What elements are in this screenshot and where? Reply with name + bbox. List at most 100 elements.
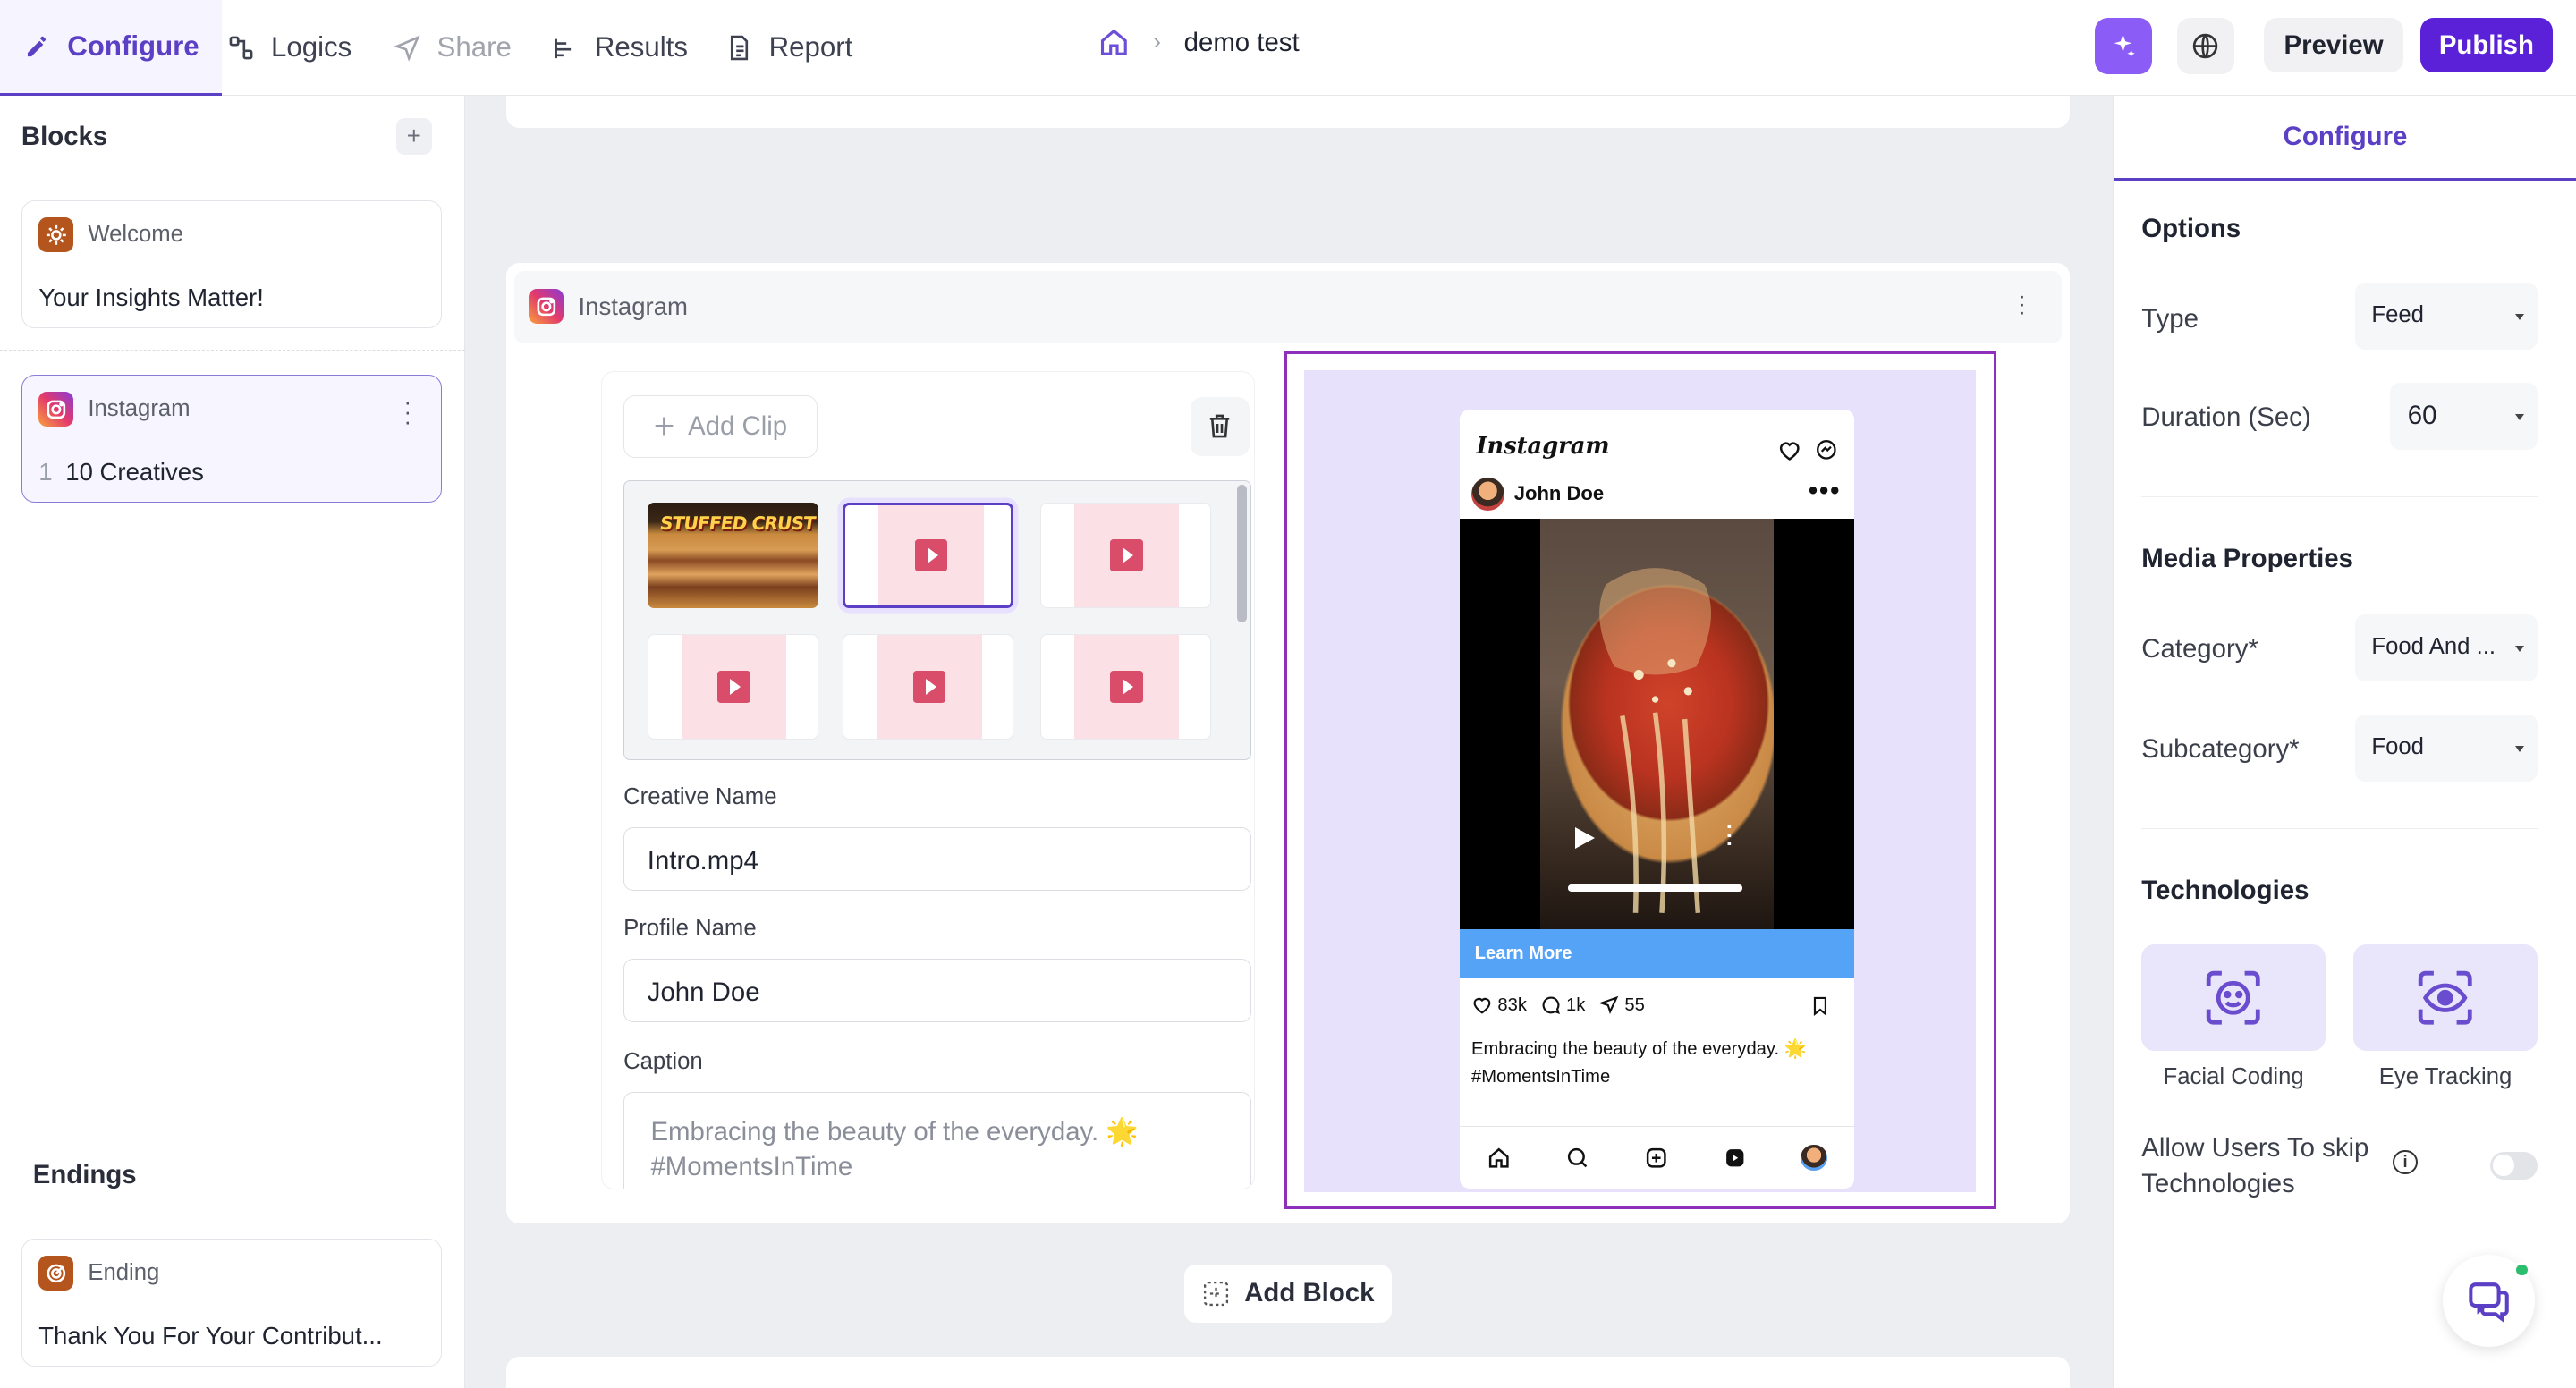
instagram-icon <box>529 289 564 324</box>
language-button[interactable] <box>2176 18 2234 74</box>
tab-configure[interactable]: Configure <box>0 0 223 96</box>
page-title: demo test <box>1183 27 1300 57</box>
type-select[interactable]: Feed <box>2355 282 2538 351</box>
post-author: John Doe <box>1470 477 1605 511</box>
endings-title: Endings <box>32 1159 137 1189</box>
preview-background: Instagram John Doe ••• · · · Learn More … <box>1303 370 1976 1192</box>
caption-field[interactable]: Embracing the beauty of the everyday. 🌟 … <box>623 1091 1251 1189</box>
chart-icon <box>555 38 572 58</box>
home-icon[interactable] <box>1097 26 1131 59</box>
facial-coding-option[interactable] <box>2141 944 2326 1052</box>
subcategory-select[interactable]: Food <box>2355 714 2538 783</box>
tab-report[interactable]: Report <box>724 0 852 96</box>
creative-thumbnail[interactable] <box>843 634 1014 740</box>
block-text: Your Insights Matter! <box>38 283 264 311</box>
post-stats: 83k 1k 55 <box>1471 994 1645 1016</box>
add-clip-button[interactable]: + Add Clip <box>623 394 818 458</box>
facial-coding-label: Facial Coding <box>2163 1064 2304 1090</box>
eye-scan-icon <box>2419 970 2472 1025</box>
profile-name-field[interactable]: John Doe <box>623 958 1251 1023</box>
allow-skip-label: Allow Users To skip Technologies <box>2141 1132 2369 1199</box>
phone-bottom-nav <box>1460 1126 1854 1189</box>
media-properties-title: Media Properties <box>2141 543 2353 573</box>
block-type-label: Instagram <box>88 395 191 421</box>
options-title: Options <box>2141 213 2241 243</box>
add-block-icon <box>1204 1281 1229 1306</box>
creative-thumbnail[interactable] <box>647 634 818 740</box>
video-menu-icon: · · · <box>1725 815 1734 857</box>
tab-share[interactable]: Share <box>393 0 512 96</box>
publish-button[interactable]: Publish <box>2419 18 2554 72</box>
instagram-wordmark: Instagram <box>1476 433 1610 461</box>
eye-tracking-label: Eye Tracking <box>2378 1064 2512 1090</box>
block-card-ending[interactable]: Ending Thank You For Your Contribut... <box>21 1238 443 1367</box>
technologies-title: Technologies <box>2141 875 2309 905</box>
learn-more-cta: Learn More <box>1460 928 1854 978</box>
globe-icon <box>2193 33 2218 59</box>
creative-name-field[interactable]: Intro.mp4 <box>623 826 1251 892</box>
block-title: Instagram <box>578 292 688 320</box>
divider <box>2141 827 2538 829</box>
tab-configure-panel[interactable]: Configure <box>2114 95 2576 182</box>
creative-thumbnail-selected[interactable] <box>843 503 1014 608</box>
caption-line: #MomentsInTime <box>1470 1067 1611 1088</box>
info-icon[interactable]: i <box>2393 1149 2418 1175</box>
creative-thumbnail[interactable] <box>1039 503 1211 608</box>
add-block-button[interactable]: Add Block <box>1184 1265 1392 1323</box>
block-card-instagram[interactable]: Instagram · · · 1 10 Creatives <box>21 374 443 503</box>
tab-logics[interactable]: Logics <box>226 0 352 96</box>
caption-line: Embracing the beauty of the everyday. 🌟 <box>1470 1039 1807 1060</box>
post-video: · · · <box>1460 518 1854 929</box>
creative-editor: + Add Clip STUFFED CRUST Creative Name I… <box>601 371 1256 1189</box>
reels-icon <box>1725 1149 1744 1167</box>
category-select[interactable]: Food And ... <box>2355 614 2538 682</box>
grid-scrollbar[interactable] <box>1237 484 1248 623</box>
block-text: Thank You For Your Contribut... <box>38 1321 383 1350</box>
tab-label: Results <box>594 31 688 63</box>
trash-icon <box>1210 414 1230 438</box>
kebab-menu-icon[interactable]: · · · <box>2019 285 2026 323</box>
creative-thumbnail[interactable] <box>1039 634 1211 740</box>
blocks-sidebar: Blocks + Welcome Your Insights Matter! I… <box>0 95 465 1388</box>
tab-results[interactable]: Results <box>550 0 688 96</box>
add-post-icon <box>1646 1147 1666 1168</box>
blocks-title: Blocks <box>21 121 108 151</box>
tab-label: Share <box>436 31 512 63</box>
chat-support-button[interactable] <box>2443 1255 2536 1348</box>
ai-assist-button[interactable] <box>2094 18 2153 74</box>
creative-thumbnail[interactable]: STUFFED CRUST <box>647 503 818 608</box>
tab-label: Configure <box>67 30 199 62</box>
category-label: Category* <box>2141 633 2258 664</box>
creative-grid: STUFFED CRUST <box>623 480 1251 760</box>
play-icon <box>1574 826 1595 849</box>
next-block-card <box>505 1357 2071 1388</box>
kebab-menu-icon[interactable]: · · · <box>403 392 411 435</box>
block-card-welcome[interactable]: Welcome Your Insights Matter! <box>21 200 443 329</box>
play-icon <box>914 538 948 572</box>
comment-icon <box>1542 996 1560 1015</box>
delete-clip-button[interactable] <box>1190 396 1250 456</box>
add-block-icon-button[interactable]: + <box>395 118 433 155</box>
author-name: John Doe <box>1513 482 1605 505</box>
creative-name-label: Creative Name <box>623 784 777 810</box>
duration-select[interactable]: 60 <box>2389 382 2538 451</box>
search-icon <box>1567 1147 1588 1168</box>
tab-label: Report <box>768 31 853 63</box>
plus-icon: + <box>653 405 675 447</box>
caption-line: Embracing the beauty of the everyday. 🌟 <box>650 1117 1139 1147</box>
add-block-label: Add Block <box>1244 1278 1375 1308</box>
breadcrumb: › demo test <box>1097 0 1300 86</box>
play-icon <box>1109 538 1143 572</box>
block-summary: 1 10 Creatives <box>38 458 204 487</box>
block-index: 1 <box>38 457 53 486</box>
chevron-right-icon: › <box>1153 30 1161 55</box>
sun-icon <box>38 217 73 252</box>
preview-button[interactable]: Preview <box>2264 18 2404 72</box>
pencil-icon <box>27 37 46 57</box>
post-caption: Embracing the beauty of the everyday. 🌟 … <box>1471 1036 1849 1091</box>
allow-skip-toggle[interactable] <box>2489 1151 2538 1180</box>
thumbnail-title: STUFFED CRUST <box>658 512 818 535</box>
eye-tracking-option[interactable] <box>2353 944 2538 1052</box>
phone-header-icons <box>1777 438 1838 463</box>
profile-avatar-icon <box>1801 1144 1827 1172</box>
